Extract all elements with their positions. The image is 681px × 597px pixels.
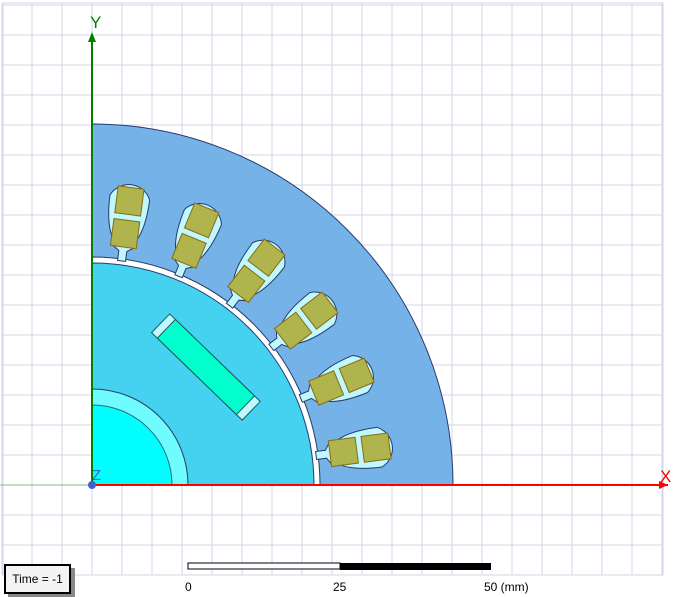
scale-tick-0: 0 — [185, 580, 192, 594]
scale-bar-white — [187, 562, 341, 570]
scale-tick-50: 50 (mm) — [484, 580, 529, 594]
coil[interactable] — [360, 432, 392, 463]
time-label: Time = -1 — [4, 564, 71, 594]
z-axis-label: Z — [92, 467, 102, 484]
coil[interactable] — [114, 185, 145, 217]
model-viewport[interactable] — [0, 0, 681, 597]
scale-tick-25: 25 — [333, 580, 347, 594]
x-axis-label: X — [660, 467, 672, 486]
coil[interactable] — [109, 218, 141, 250]
y-axis-label: Y — [90, 13, 102, 32]
scale-bar-black — [340, 563, 491, 570]
coil[interactable] — [327, 436, 359, 468]
